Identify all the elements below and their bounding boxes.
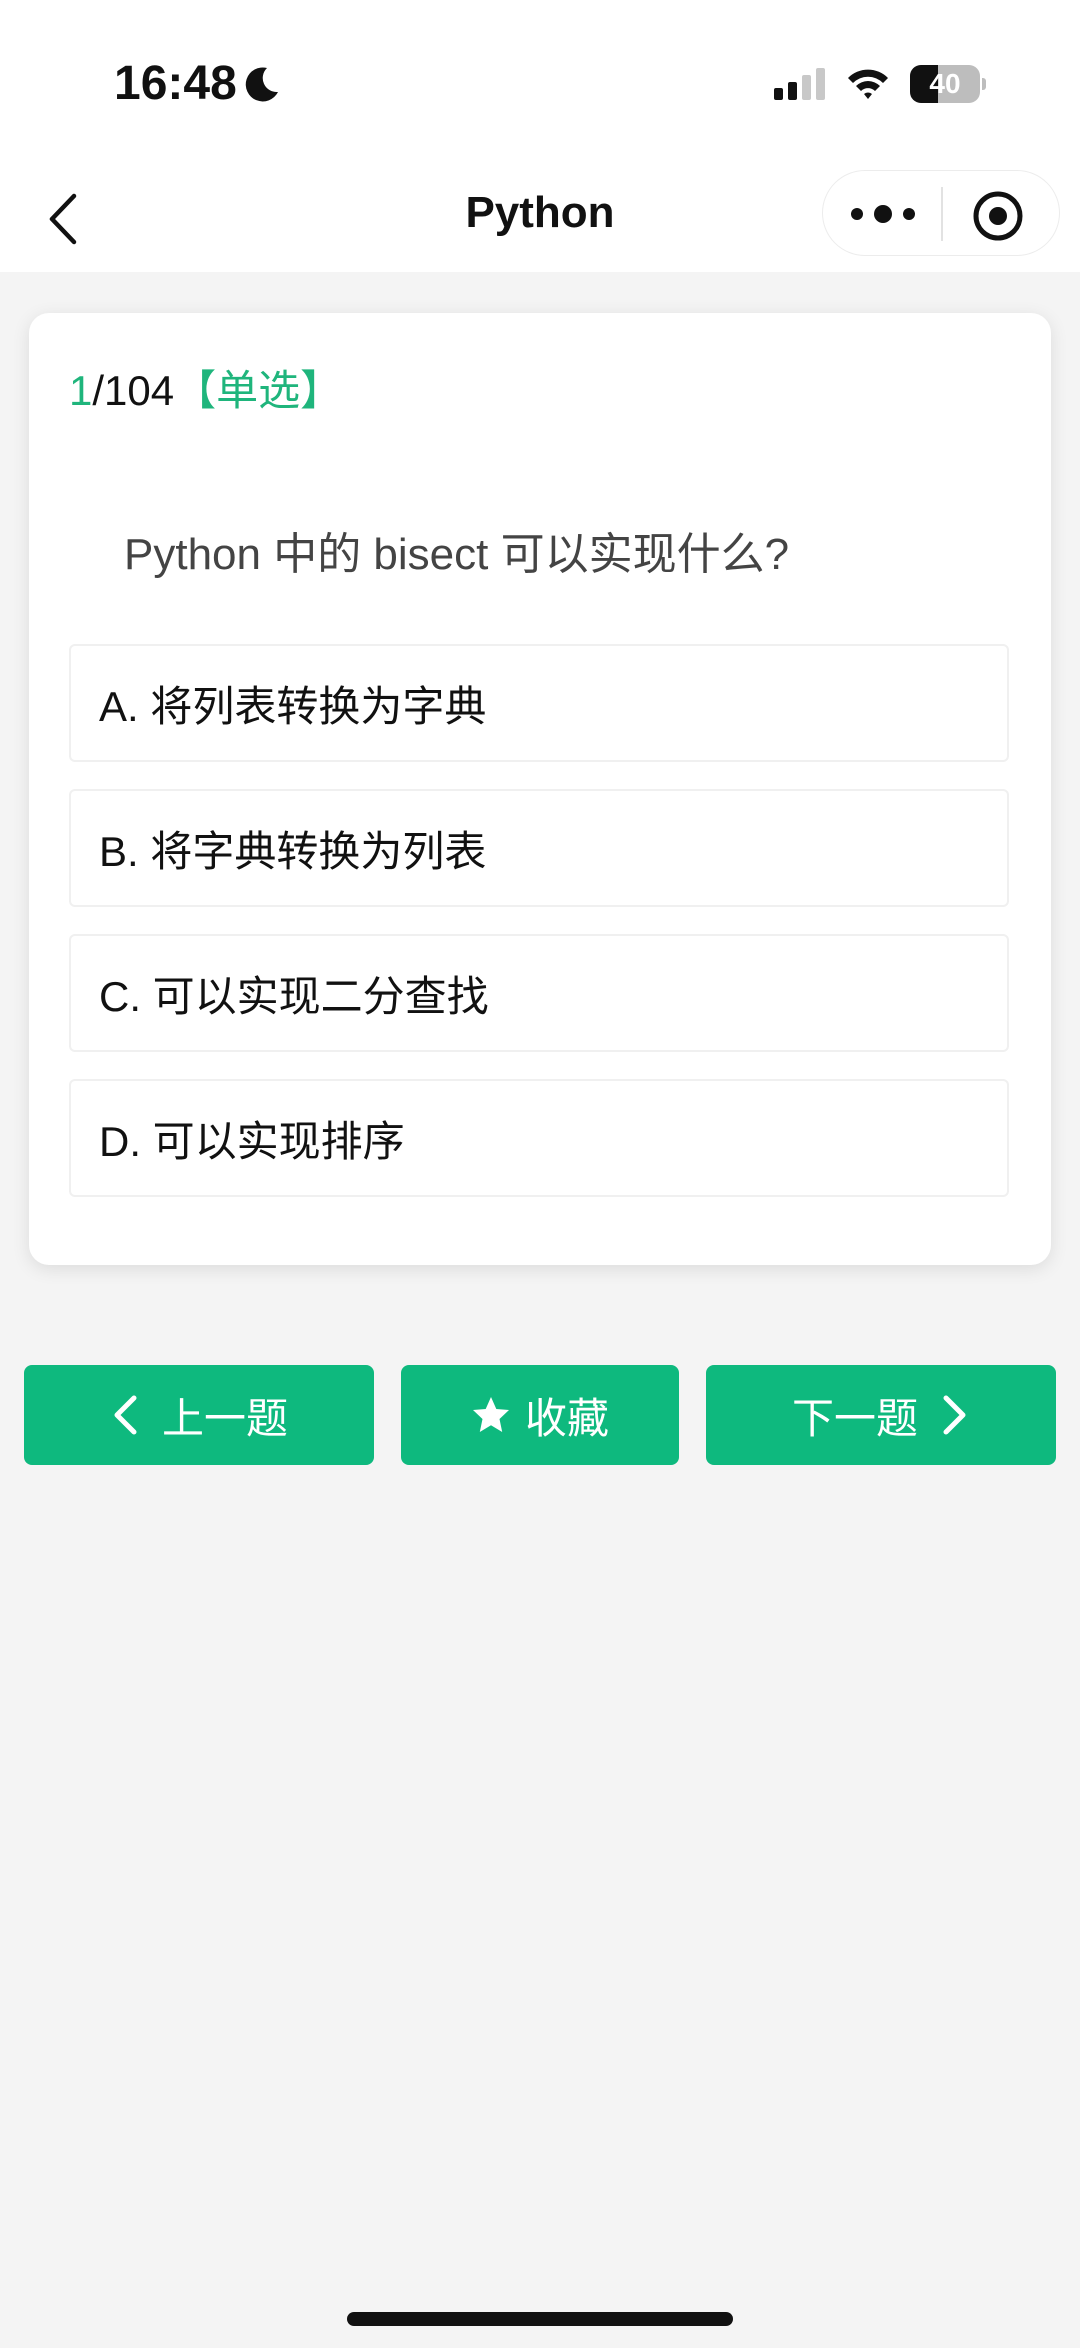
battery-icon: 40 xyxy=(910,65,986,103)
previous-question-button[interactable]: 上一题 xyxy=(24,1365,374,1465)
status-time: 16:48 xyxy=(114,57,237,110)
previous-question-label: 上一题 xyxy=(161,1394,288,1442)
star-icon xyxy=(472,1397,509,1432)
option-d[interactable]: D. 可以实现排序 xyxy=(69,1079,1009,1197)
option-b[interactable]: B. 将字典转换为列表 xyxy=(69,789,1009,907)
home-indicator[interactable] xyxy=(347,2312,733,2326)
wifi-icon xyxy=(848,69,888,99)
current-question-number: 1 xyxy=(69,367,93,414)
chevron-right-icon xyxy=(943,1395,966,1435)
option-a[interactable]: A. 将列表转换为字典 xyxy=(69,644,1009,762)
favorite-label: 收藏 xyxy=(524,1394,609,1442)
question-card: 1/104【单选】 Python 中的 bisect 可以实现什么? A. 将列… xyxy=(29,313,1051,1265)
target-circle-icon[interactable] xyxy=(969,187,1027,245)
more-dots-icon[interactable] xyxy=(841,189,925,239)
mini-program-capsule xyxy=(822,170,1060,256)
quiz-screen: 16:48 40 Python 1/104【单选】 Python 中的 bise… xyxy=(0,0,1080,2348)
status-bar: 16:48 40 xyxy=(0,0,1080,170)
favorite-button[interactable]: 收藏 xyxy=(401,1365,679,1465)
moon-icon xyxy=(245,67,278,102)
next-question-button[interactable]: 下一题 xyxy=(706,1365,1056,1465)
question-text: Python 中的 bisect 可以实现什么? xyxy=(124,530,790,579)
battery-level: 40 xyxy=(929,68,961,99)
next-question-label: 下一题 xyxy=(791,1394,918,1442)
total-questions: /104 xyxy=(92,367,175,414)
signal-icon xyxy=(774,68,825,100)
option-c[interactable]: C. 可以实现二分查找 xyxy=(69,934,1009,1052)
chevron-left-icon xyxy=(114,1395,137,1435)
question-type-badge: 【单选】 xyxy=(174,367,343,414)
question-progress: 1/104【单选】 xyxy=(69,357,342,418)
capsule-divider xyxy=(941,187,943,241)
nav-bar: Python xyxy=(0,170,1080,272)
